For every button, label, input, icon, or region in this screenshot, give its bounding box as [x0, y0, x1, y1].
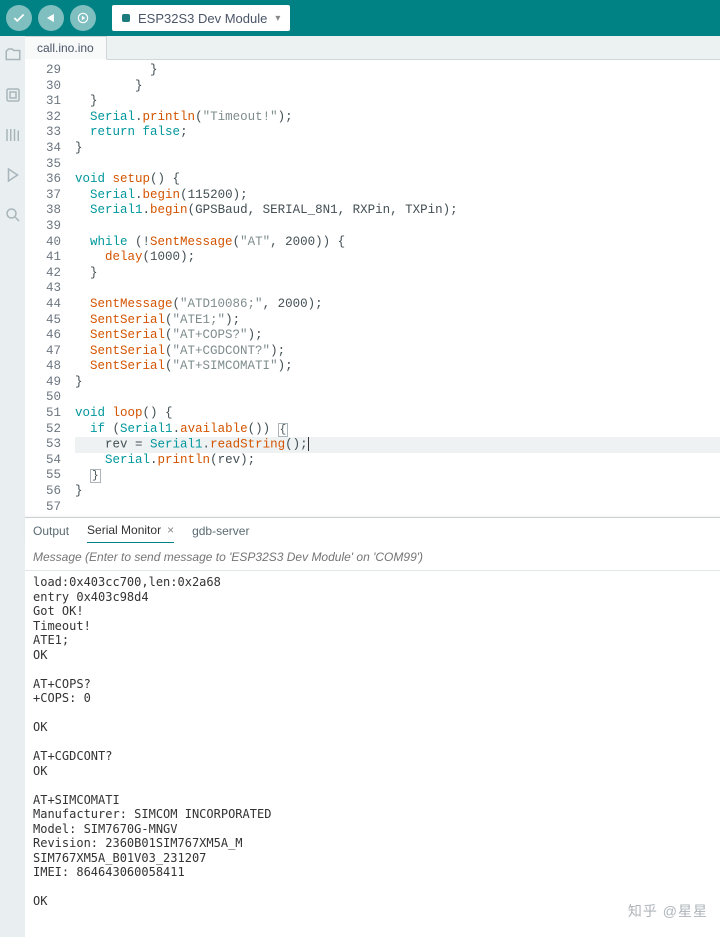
chevron-down-icon: ▾	[275, 13, 280, 24]
editor-tabbar: call.ino.ino	[25, 36, 720, 60]
boards-icon[interactable]	[4, 86, 22, 104]
main-area: call.ino.ino 293031323334353637383940414…	[0, 36, 720, 937]
board-selector[interactable]: ESP32S3 Dev Module ▾	[112, 5, 290, 31]
bottom-panel: Output Serial Monitor× gdb-server load:0…	[25, 517, 720, 937]
verify-button[interactable]	[6, 5, 32, 31]
editor-tab[interactable]: call.ino.ino	[25, 36, 107, 60]
tab-output[interactable]: Output	[33, 519, 69, 543]
toolbar: ESP32S3 Dev Module ▾	[0, 0, 720, 36]
search-icon[interactable]	[4, 206, 22, 224]
serial-input[interactable]	[33, 550, 712, 564]
board-label: ESP32S3 Dev Module	[138, 11, 267, 26]
content-area: call.ino.ino 293031323334353637383940414…	[25, 36, 720, 937]
watermark: 知乎 @星星	[628, 901, 708, 921]
debug-button[interactable]	[70, 5, 96, 31]
sidebar	[0, 36, 25, 937]
bottom-tabs: Output Serial Monitor× gdb-server	[25, 517, 720, 543]
code-body[interactable]: } } } Serial.println("Timeout!"); return…	[75, 60, 720, 517]
folder-icon[interactable]	[4, 46, 22, 64]
serial-input-row	[25, 543, 720, 571]
tab-serial-monitor[interactable]: Serial Monitor×	[87, 518, 174, 544]
library-icon[interactable]	[4, 126, 22, 144]
tab-gdb-server[interactable]: gdb-server	[192, 519, 249, 543]
board-status-icon	[122, 14, 130, 22]
upload-button[interactable]	[38, 5, 64, 31]
serial-output[interactable]: load:0x403cc700,len:0x2a68 entry 0x403c9…	[25, 571, 720, 937]
code-editor[interactable]: 2930313233343536373839404142434445464748…	[25, 60, 720, 517]
gutter: 2930313233343536373839404142434445464748…	[25, 60, 75, 517]
debug-icon[interactable]	[4, 166, 22, 184]
close-icon[interactable]: ×	[167, 523, 174, 537]
